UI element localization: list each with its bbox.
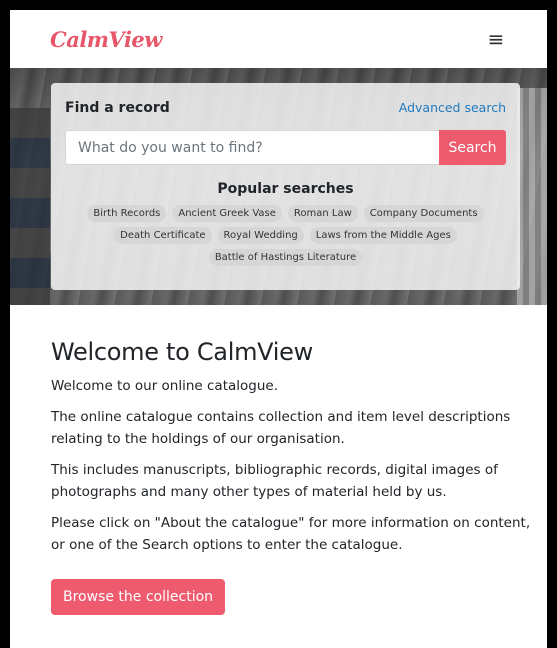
- search-card-header: Find a record Advanced search: [65, 100, 506, 120]
- advanced-search-link[interactable]: Advanced search: [399, 100, 506, 115]
- popular-search-tag[interactable]: Death Certificate: [114, 227, 212, 244]
- hamburger-icon[interactable]: ≡: [485, 29, 507, 49]
- search-card-title: Find a record: [65, 100, 170, 116]
- popular-searches-list: Birth Records Ancient Greek Vase Roman L…: [65, 205, 506, 266]
- popular-search-tag[interactable]: Ancient Greek Vase: [172, 205, 282, 222]
- popular-search-tag[interactable]: Royal Wedding: [217, 227, 304, 244]
- logo[interactable]: CalmView: [50, 27, 162, 52]
- materials-description: This includes manuscripts, bibliographic…: [51, 462, 498, 500]
- page-title: Welcome to CalmView: [51, 338, 313, 366]
- popular-search-tag[interactable]: Roman Law: [287, 205, 358, 222]
- search-button[interactable]: Search: [439, 130, 506, 165]
- browse-collection-button[interactable]: Browse the collection: [51, 579, 226, 615]
- hero-background-image: [10, 108, 50, 305]
- popular-search-tag[interactable]: Laws from the Middle Ages: [309, 227, 457, 244]
- catalogue-description: The online catalogue contains collection…: [51, 409, 511, 447]
- popular-search-tag[interactable]: Battle of Hastings Literature: [208, 249, 363, 266]
- hero-background-detail: [517, 88, 547, 305]
- search-input[interactable]: [65, 130, 439, 165]
- main-content: Welcome to CalmView Welcome to our onlin…: [51, 338, 531, 615]
- help-paragraph: Please click on "About the catalogue" fo…: [51, 515, 531, 553]
- navbar: CalmView ≡: [10, 10, 547, 68]
- search-card: Find a record Advanced search Search Pop…: [51, 83, 520, 290]
- popular-search-tag[interactable]: Company Documents: [363, 205, 484, 222]
- popular-searches-title: Popular searches: [217, 181, 354, 197]
- popular-search-tag[interactable]: Birth Records: [87, 205, 167, 222]
- search-row: Search: [65, 130, 506, 165]
- intro-paragraph: Welcome to our online catalogue.: [51, 378, 279, 394]
